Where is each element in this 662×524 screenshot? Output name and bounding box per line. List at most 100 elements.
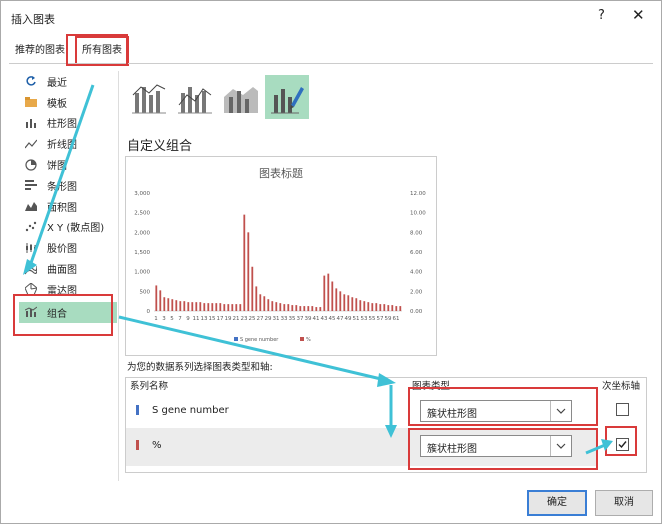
- chart-type-select-value: 簇状柱形图: [427, 409, 477, 420]
- sidebar-item-line[interactable]: 折线图: [19, 133, 117, 154]
- bar-percent: [183, 301, 186, 311]
- combo-subtype-stacked-area-column[interactable]: [219, 75, 263, 119]
- sidebar-item-area[interactable]: 面积图: [19, 196, 117, 217]
- sidebar-item-surface[interactable]: 曲面图: [19, 258, 117, 279]
- x-axis-tick-label: 11: [193, 316, 200, 322]
- bar-percent: [263, 296, 266, 311]
- combo-chart-icon: [24, 306, 38, 318]
- combo-subtype-custom[interactable]: [265, 75, 309, 119]
- bar-percent: [215, 303, 218, 311]
- sidebar-item-recent[interactable]: 最近: [19, 71, 117, 92]
- chevron-down-icon[interactable]: [550, 436, 571, 456]
- sidebar-item-radar[interactable]: 雷达图: [19, 279, 117, 300]
- tab-all-charts[interactable]: 所有图表: [75, 36, 129, 66]
- close-button[interactable]: ✕: [632, 6, 645, 24]
- x-axis-tick-label: 27: [257, 316, 264, 322]
- x-axis-tick-label: 37: [297, 316, 304, 322]
- series-name-s-gene-number: S gene number: [152, 405, 229, 416]
- sidebar-item-combo[interactable]: 组合: [19, 301, 117, 323]
- bar-chart-icon: [25, 179, 37, 191]
- bar-percent: [191, 302, 194, 311]
- sidebar-item-pie[interactable]: 饼图: [19, 154, 117, 175]
- column-chart-icon: [25, 117, 37, 129]
- chart-type-select-s-gene-number[interactable]: 簇状柱形图: [420, 400, 572, 422]
- radar-chart-icon: [24, 282, 38, 296]
- bar-percent: [203, 303, 206, 311]
- combo-subtype-column-line-secondary[interactable]: [173, 75, 217, 119]
- bar-percent: [207, 303, 210, 311]
- x-axis-tick-label: 9: [186, 316, 190, 322]
- bar-percent: [303, 306, 306, 311]
- stock-chart-icon: [25, 242, 37, 254]
- bar-percent: [363, 301, 366, 311]
- help-button[interactable]: ?: [598, 8, 605, 23]
- y-axis-tick-label: 2,000: [134, 230, 150, 236]
- y2-axis-tick-label: 6.00: [410, 250, 423, 256]
- ok-button[interactable]: 确定: [527, 490, 587, 516]
- secondary-axis-checkbox-s-gene-number[interactable]: [616, 403, 629, 416]
- bar-percent: [339, 291, 342, 311]
- x-axis-tick-label: 47: [337, 316, 344, 322]
- bar-percent: [235, 304, 238, 311]
- x-axis-tick-label: 19: [225, 316, 232, 322]
- sidebar-divider: [118, 71, 119, 481]
- legend-label-s-gene-number: S gene number: [240, 337, 279, 343]
- tab-divider: [9, 63, 653, 64]
- bar-percent: [323, 275, 326, 311]
- bar-percent: [327, 273, 330, 311]
- bar-percent: [195, 302, 198, 311]
- sidebar-item-bar[interactable]: 条形图: [19, 175, 117, 196]
- sidebar-item-label: 股价图: [47, 244, 77, 256]
- series-name-percent: %: [152, 440, 162, 451]
- sidebar-item-label: 折线图: [47, 140, 77, 152]
- bar-percent: [171, 299, 174, 311]
- sidebar-item-label: 曲面图: [47, 265, 77, 277]
- x-axis-tick-label: 57: [377, 316, 384, 322]
- chevron-down-icon[interactable]: [550, 401, 571, 421]
- x-axis-tick-label: 29: [265, 316, 272, 322]
- template-folder-icon: [25, 96, 37, 108]
- secondary-axis-checkbox-percent[interactable]: [616, 438, 629, 451]
- x-axis-tick-label: 43: [321, 316, 328, 322]
- chart-preview: 图表标题 0 500 1,000 1,500 2,000 2,500 3,000 0.00 2.0…: [125, 156, 437, 356]
- bar-percent: [399, 306, 402, 311]
- bar-percent: [283, 304, 286, 311]
- bar-percent: [347, 295, 350, 311]
- sidebar-item-scatter[interactable]: X Y (散点图): [19, 217, 117, 238]
- bar-percent: [211, 303, 214, 311]
- bar-percent: [379, 304, 382, 311]
- bar-percent: [351, 297, 354, 311]
- sidebar-item-label: 雷达图: [47, 285, 77, 297]
- bar-percent: [199, 302, 202, 311]
- bar-percent: [223, 304, 226, 311]
- secondary-axis-header: 次坐标轴: [602, 381, 641, 392]
- x-axis-tick-label: 33: [281, 316, 288, 322]
- title-bar: 插入图表 ? ✕: [1, 1, 661, 33]
- chart-type-select-percent[interactable]: 簇状柱形图: [420, 435, 572, 457]
- sidebar-item-column[interactable]: 柱形图: [19, 113, 117, 134]
- bar-percent: [231, 304, 234, 311]
- tab-recommended-charts[interactable]: 推荐的图表: [15, 39, 65, 63]
- checkmark-icon: [618, 441, 627, 449]
- bar-percent: [259, 294, 262, 311]
- bar-percent: [175, 300, 178, 311]
- bar-percent: [295, 305, 298, 311]
- custom-combo-icon: [271, 87, 304, 114]
- bar-percent: [163, 297, 166, 311]
- bar-percent: [367, 302, 370, 311]
- sidebar-item-stock[interactable]: 股价图: [19, 237, 117, 258]
- bar-percent: [275, 302, 278, 311]
- bar-percent: [311, 306, 314, 311]
- bar-percent: [179, 301, 182, 311]
- x-axis-tick-label: 41: [313, 316, 320, 322]
- chart-title: 图表标题: [259, 166, 303, 180]
- sidebar-item-template[interactable]: 模板: [19, 92, 117, 113]
- sidebar-item-label: 最近: [47, 77, 67, 89]
- combo-subtype-clustered-column-line[interactable]: [127, 75, 171, 119]
- bar-percent: [251, 266, 254, 311]
- series-color-swatch: [136, 405, 139, 415]
- x-axis-tick-label: 45: [329, 316, 336, 322]
- y2-axis-tick-label: 12.00: [410, 191, 426, 197]
- cancel-button[interactable]: 取消: [595, 490, 653, 516]
- x-axis-tick-label: 53: [361, 316, 368, 322]
